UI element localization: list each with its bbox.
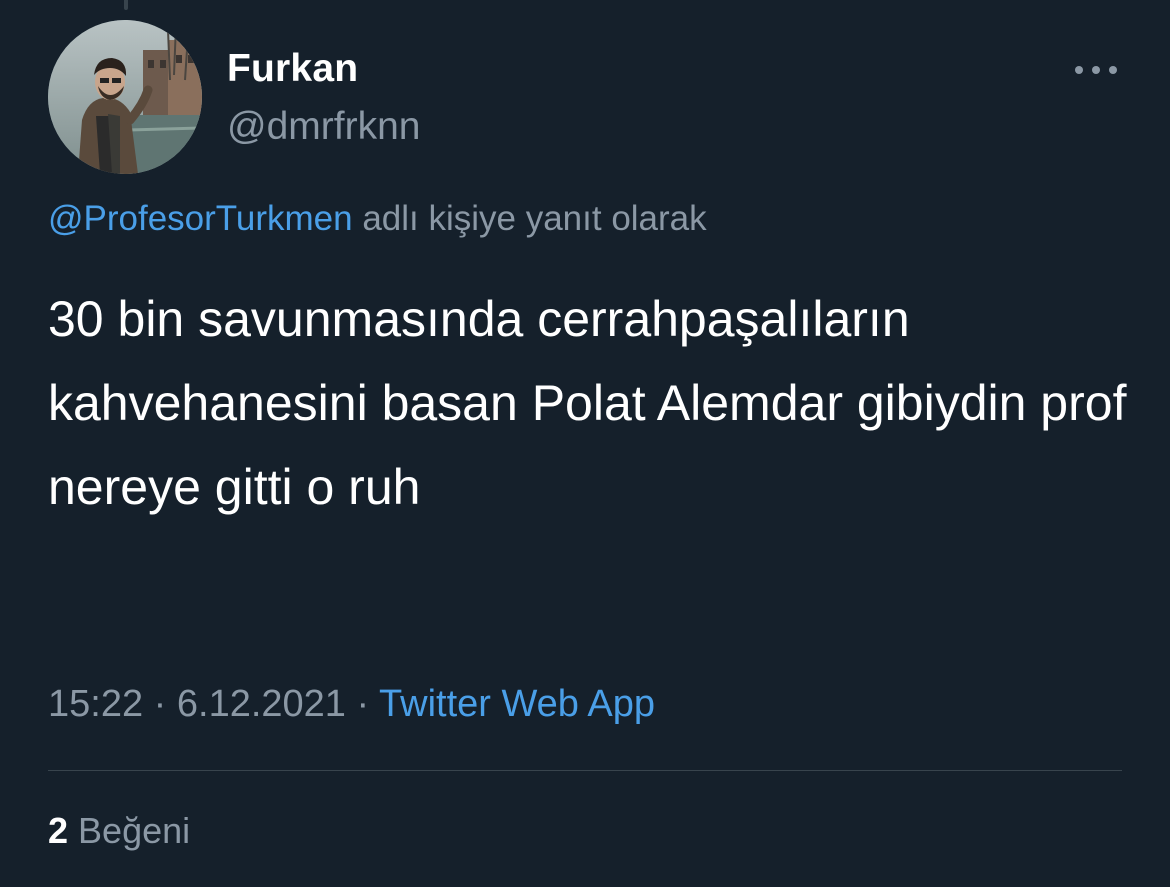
meta-separator: · xyxy=(345,683,380,725)
avatar-photo xyxy=(48,20,202,174)
more-horizontal-icon xyxy=(1075,66,1117,74)
divider xyxy=(48,770,1122,771)
likes-label: Beğeni xyxy=(68,810,191,851)
meta-separator: · xyxy=(143,683,177,725)
tweet-date[interactable]: 6.12.2021 xyxy=(177,683,346,725)
tweet-source-link[interactable]: Twitter Web App xyxy=(379,683,655,725)
likes-stat[interactable]: 2 Beğeni xyxy=(48,810,190,852)
avatar[interactable] xyxy=(48,20,202,174)
reply-mention-link[interactable]: @ProfesorTurkmen xyxy=(48,199,353,238)
tweet-meta: 15:22 · 6.12.2021 · Twitter Web App xyxy=(48,683,655,726)
thread-connector-line xyxy=(124,0,128,10)
tweet-text: 30 bin savunmasında cerrahpaşalıların ka… xyxy=(48,291,1127,515)
likes-count: 2 xyxy=(48,810,69,851)
author-display-name[interactable]: Furkan xyxy=(227,47,358,91)
author-handle[interactable]: @dmrfrknn xyxy=(227,105,420,149)
reply-context-label: adlı kişiye yanıt olarak xyxy=(352,199,707,238)
tweet-time[interactable]: 15:22 xyxy=(48,683,143,725)
more-options-button[interactable] xyxy=(1066,52,1126,88)
reply-context: @ProfesorTurkmen adlı kişiye yanıt olara… xyxy=(48,199,707,239)
